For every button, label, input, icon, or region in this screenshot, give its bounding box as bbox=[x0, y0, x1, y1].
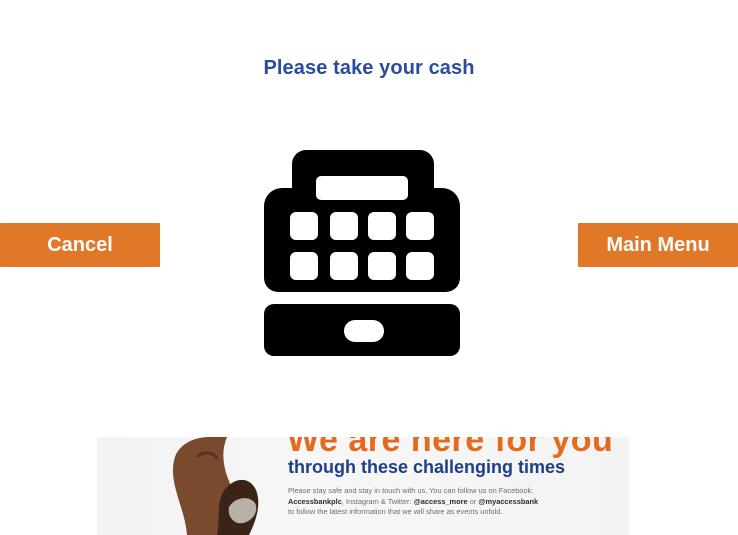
promo-banner: We are here for you through these challe… bbox=[97, 437, 629, 535]
atm-screen: Please take your cash Cancel Main Menu W… bbox=[0, 0, 738, 535]
banner-handle-2: @myaccessbank bbox=[478, 496, 539, 506]
banner-handle-1: @access_more bbox=[413, 496, 468, 506]
banner-body-end: to follow the latest information that we… bbox=[288, 507, 503, 516]
page-title: Please take your cash bbox=[263, 57, 475, 79]
banner-subheadline: through these challenging times bbox=[288, 457, 566, 477]
banner-body-mid: , Instagram & Twitter: bbox=[341, 496, 414, 506]
banner-body-or: or bbox=[467, 496, 479, 506]
main-menu-button[interactable]: Main Menu bbox=[578, 223, 738, 267]
banner-facebook-handle: Accessbankplc bbox=[288, 496, 342, 506]
banner-body: Please stay safe and stay in touch with … bbox=[288, 486, 588, 518]
cash-register-icon bbox=[264, 150, 460, 356]
banner-body-intro: Please stay safe and stay in touch with … bbox=[288, 486, 534, 495]
cancel-button[interactable]: Cancel bbox=[0, 223, 160, 267]
holding-hands-image bbox=[172, 437, 259, 535]
